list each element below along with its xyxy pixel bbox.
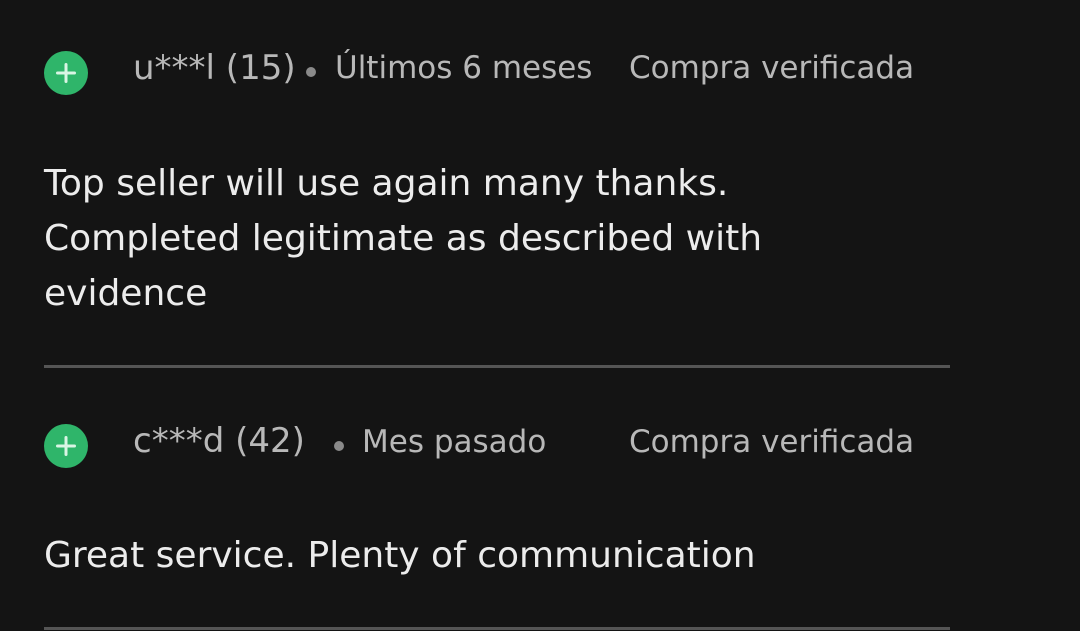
separator-dot	[334, 441, 344, 451]
verified-purchase-label: Compra verificada	[629, 424, 915, 460]
reviewer-username: u***l (15)	[133, 48, 296, 88]
reviewer-username: c***d (42)	[133, 421, 305, 461]
review-time: Mes pasado	[362, 424, 547, 460]
plus-icon	[56, 63, 76, 83]
review-time: Últimos 6 meses	[335, 50, 593, 86]
divider	[44, 627, 950, 630]
positive-rating-icon	[44, 51, 88, 95]
positive-rating-icon	[44, 424, 88, 468]
divider	[44, 365, 950, 368]
verified-purchase-label: Compra verificada	[629, 50, 915, 86]
reviews-list: u***l (15) Últimos 6 meses Compra verifi…	[0, 0, 1080, 631]
review-text: Top seller will use again many thanks. C…	[44, 163, 763, 314]
plus-icon	[56, 436, 76, 456]
review-text: Great service. Plenty of communication	[44, 535, 756, 576]
separator-dot	[306, 67, 316, 77]
